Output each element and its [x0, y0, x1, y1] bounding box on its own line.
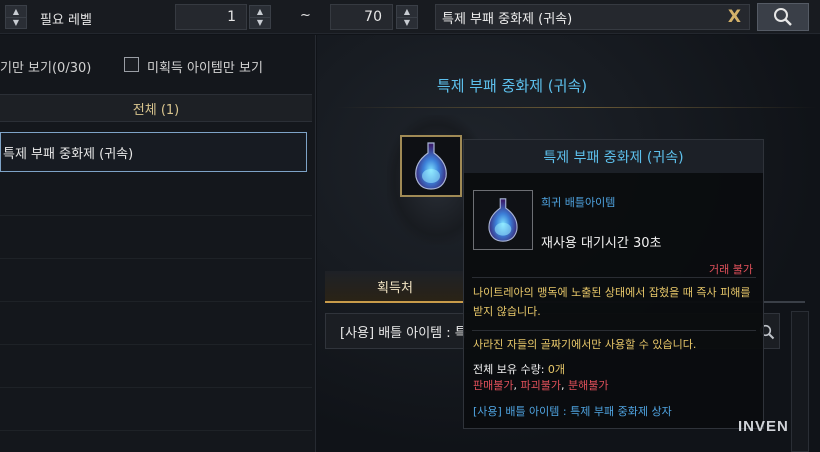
- owned-quantity: 전체 보유 수량: 0개: [473, 361, 565, 377]
- stepper[interactable]: ▲ ▼: [5, 5, 27, 29]
- row-divider: [0, 430, 312, 431]
- usage-restriction: 사라진 자들의 골짜기에서만 사용할 수 있습니다.: [473, 338, 697, 351]
- filter-unowned-label[interactable]: 미획득 아이템만 보기: [147, 57, 263, 76]
- chevron-down-icon[interactable]: ▼: [6, 17, 26, 28]
- tooltip-item-icon: [473, 190, 533, 250]
- item-restrictions: 판매불가, 파괴불가, 분해불가: [473, 377, 608, 393]
- chevron-up-icon[interactable]: ▲: [6, 6, 26, 17]
- level-label: 필요 레벨: [40, 13, 92, 28]
- potion-icon: [415, 142, 447, 190]
- chevron-up-icon[interactable]: ▲: [397, 6, 417, 17]
- use-source: [사용] 배틀 아이템 : 특제 부패 중화제 상자: [473, 405, 672, 418]
- chevron-down-icon[interactable]: ▼: [250, 17, 270, 28]
- tooltip-title: 특제 부패 중화제 (귀속): [464, 140, 763, 173]
- detail-title: 특제 부패 중화제 (귀속): [436, 77, 588, 95]
- row-divider: [0, 301, 312, 302]
- owned-label: 전체 보유 수량:: [473, 363, 548, 376]
- category-header[interactable]: 전체 (1): [0, 94, 312, 122]
- item-description: 나이트레아의 맹독에 노출된 상태에서 잡혔을 때 즉사 피해를 받지 않습니다…: [473, 286, 751, 318]
- row-divider: [0, 344, 312, 345]
- search-input[interactable]: 특제 부패 중화제 (귀속) X: [435, 4, 750, 30]
- filter-owned-label[interactable]: 기만 보기(0/30): [0, 57, 91, 76]
- item-slot[interactable]: [400, 135, 462, 197]
- search-text: 특제 부패 중화제 (귀속): [442, 11, 573, 27]
- unowned-filter-checkbox[interactable]: [124, 57, 139, 72]
- tab-source[interactable]: 획득처: [325, 271, 465, 303]
- restriction-separator: ,: [560, 379, 568, 392]
- scrollbar[interactable]: [791, 311, 809, 452]
- range-separator: ~: [300, 8, 311, 23]
- chevron-up-icon[interactable]: ▲: [250, 6, 270, 17]
- row-divider: [0, 387, 312, 388]
- tooltip-divider: [472, 330, 756, 331]
- restriction-sell: 판매불가: [473, 379, 514, 392]
- row-divider: [0, 215, 312, 216]
- level-min-stepper[interactable]: ▲ ▼: [249, 5, 271, 29]
- top-toolbar: ▲ ▼ 필요 레벨 1 ▲ ▼ ~ 70 ▲ ▼ 특제 부패 중화제 (귀속) …: [0, 0, 820, 34]
- restriction-dismantle: 분해불가: [567, 379, 609, 392]
- list-item-selected[interactable]: 특제 부패 중화제 (귀속): [0, 132, 307, 172]
- search-icon: [774, 8, 792, 26]
- level-max-input[interactable]: 70: [330, 4, 393, 30]
- chevron-down-icon[interactable]: ▼: [397, 17, 417, 28]
- owned-count: 0개: [547, 363, 566, 376]
- level-max-stepper[interactable]: ▲ ▼: [396, 5, 418, 29]
- cooldown-text: 재사용 대기시간 30초: [541, 236, 662, 251]
- row-divider: [0, 258, 312, 259]
- tooltip-divider: [472, 277, 756, 278]
- search-button[interactable]: [757, 3, 809, 31]
- item-tooltip: 특제 부패 중화제 (귀속) 희귀 배틀아이템 재사용 대기시간 30초 거래 …: [463, 139, 764, 429]
- watermark-logo: INVEN: [738, 418, 789, 435]
- clear-icon[interactable]: X: [728, 7, 741, 27]
- level-min-input[interactable]: 1: [175, 4, 247, 30]
- potion-icon: [488, 198, 518, 242]
- item-grade: 희귀 배틀아이템: [541, 196, 616, 209]
- title-divider: [337, 107, 817, 108]
- item-list-panel: 기만 보기(0/30) 미획득 아이템만 보기 전체 (1) 특제 부패 중화제…: [0, 35, 316, 452]
- app-window: ▲ ▼ 필요 레벨 1 ▲ ▼ ~ 70 ▲ ▼ 특제 부패 중화제 (귀속) …: [0, 0, 820, 452]
- trade-status: 거래 불가: [709, 263, 753, 276]
- restriction-destroy: 파괴불가: [520, 379, 561, 392]
